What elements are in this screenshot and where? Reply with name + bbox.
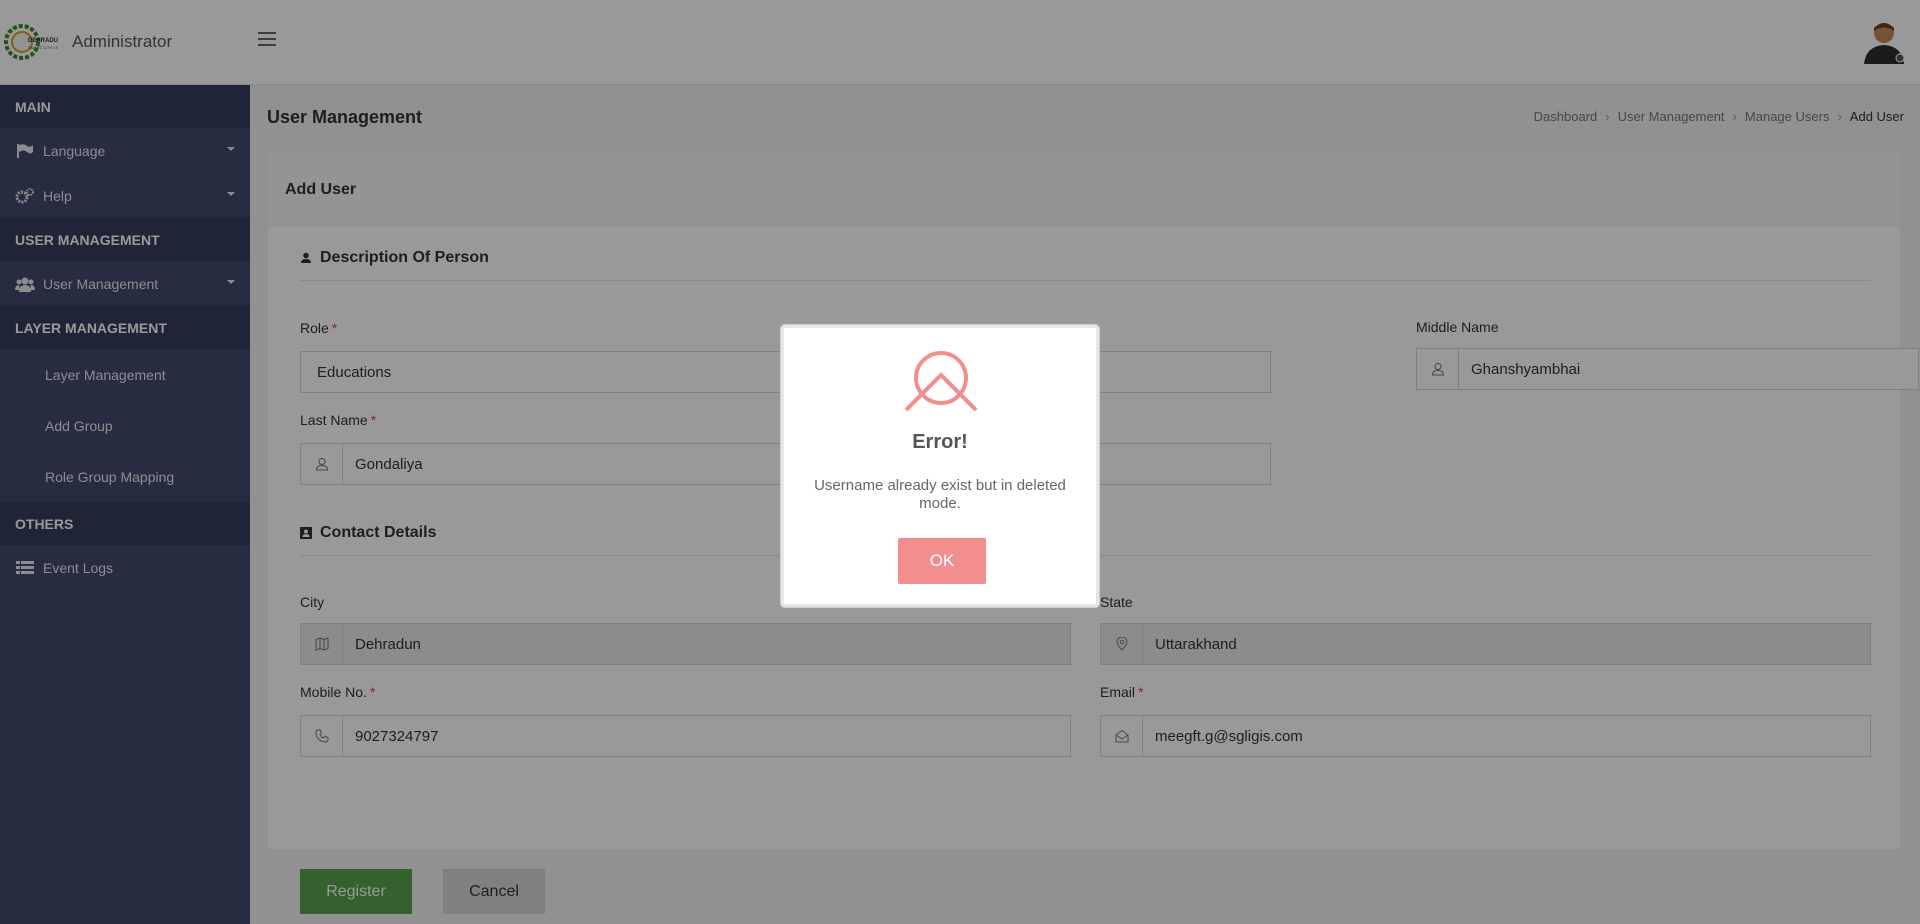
ok-button[interactable]: OK	[898, 538, 986, 584]
error-icon	[904, 351, 978, 412]
dialog-title: Error!	[912, 431, 968, 453]
dialog-message: Username already exist but in deleted mo…	[814, 477, 1066, 512]
error-dialog: Error! Username already exist but in del…	[781, 325, 1099, 607]
